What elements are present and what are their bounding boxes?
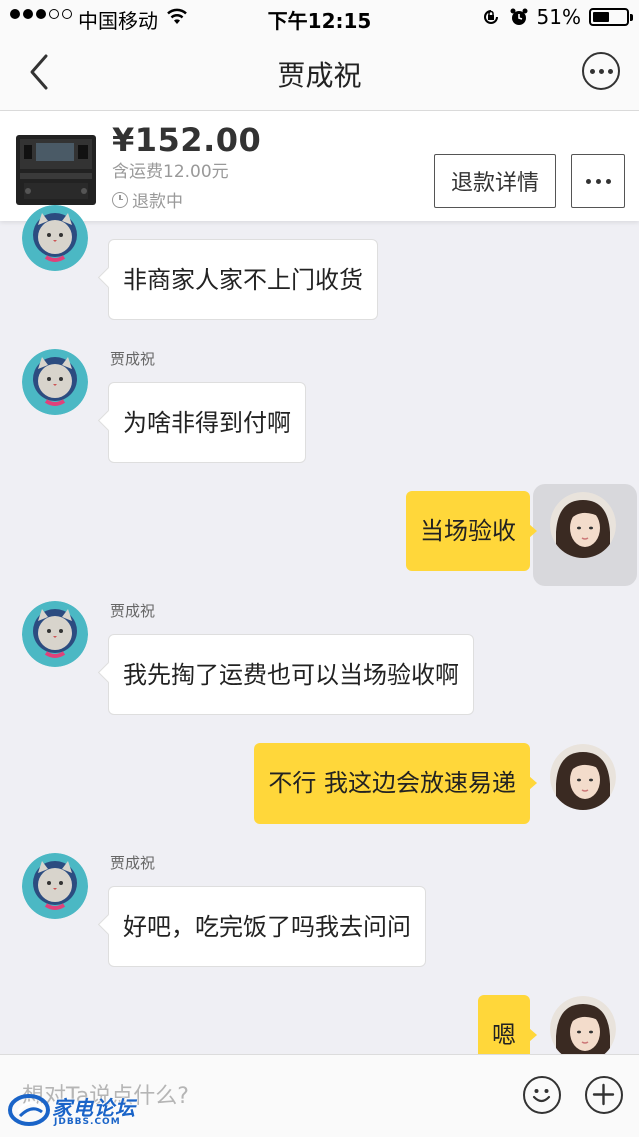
watermark-logo: 家电论坛 JDBBS.COM xyxy=(8,1090,148,1132)
contact-avatar[interactable] xyxy=(22,205,88,271)
user-avatar[interactable] xyxy=(550,744,616,810)
message-bubble[interactable]: 为啥非得到付啊 xyxy=(108,382,306,463)
refund-details-button[interactable]: 退款详情 xyxy=(434,154,556,208)
contact-avatar[interactable] xyxy=(22,853,88,919)
user-avatar[interactable] xyxy=(550,492,616,558)
message-bubble-self[interactable]: 不行 我这边会放速易递 xyxy=(254,743,537,824)
alarm-icon xyxy=(510,8,528,25)
more-dots-icon xyxy=(585,178,591,184)
status-bar: 中国移动 下午12:15 51% xyxy=(0,0,639,36)
battery-percent: 51% xyxy=(536,5,581,29)
product-card[interactable]: ¥152.00 含运费12.00元 退款中 退款详情 xyxy=(0,111,639,221)
refund-status: 退款中 xyxy=(132,192,183,212)
contact-avatar[interactable] xyxy=(22,349,88,415)
more-options-button[interactable] xyxy=(582,52,620,90)
add-attachment-button[interactable] xyxy=(585,1076,623,1114)
sender-name: 贾成祝 xyxy=(110,602,156,620)
logo-swirl-icon xyxy=(8,1094,50,1126)
battery-icon xyxy=(589,8,633,26)
contact-avatar[interactable] xyxy=(22,601,88,667)
sender-name: 贾成祝 xyxy=(110,854,156,872)
page-title: 贾成祝 xyxy=(277,59,362,92)
nav-bar: 贾成祝 xyxy=(0,36,639,111)
clock-icon xyxy=(112,191,128,208)
user-avatar[interactable] xyxy=(550,996,616,1062)
message-bubble[interactable]: 我先掏了运费也可以当场验收啊 xyxy=(108,634,474,715)
message-bubble-self[interactable]: 当场验收 xyxy=(406,491,537,571)
watermark-domain: JDBBS.COM xyxy=(54,1117,121,1127)
product-thumbnail[interactable] xyxy=(14,129,98,213)
shipping-fee: 含运费12.00元 xyxy=(112,162,229,182)
emoji-button[interactable] xyxy=(523,1076,561,1114)
more-dots-icon xyxy=(589,68,595,74)
sender-name: 贾成祝 xyxy=(110,350,156,368)
product-more-button[interactable] xyxy=(571,154,625,208)
rotation-lock-icon xyxy=(483,10,498,24)
message-bubble[interactable]: 好吧，吃完饭了吗我去问问 xyxy=(108,886,426,967)
product-price: ¥152.00 xyxy=(112,121,262,159)
message-bubble[interactable]: 非商家人家不上门收货 xyxy=(108,239,378,320)
